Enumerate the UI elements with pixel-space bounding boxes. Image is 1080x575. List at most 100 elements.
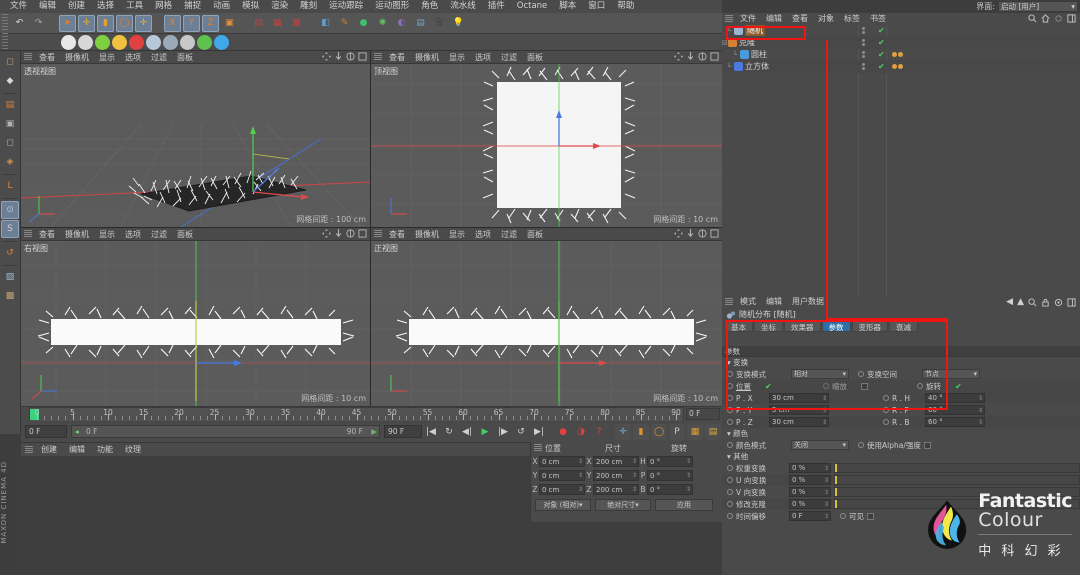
pos-2-field[interactable]: 30 cm ⇕ — [769, 417, 829, 427]
redo-icon[interactable]: ↷ — [30, 15, 47, 32]
render-settings-icon[interactable]: ▩ — [288, 15, 305, 32]
undo-icon[interactable]: ↶ — [11, 15, 28, 32]
menu-item-7[interactable]: 动画 — [207, 0, 236, 13]
color-mode-radio[interactable] — [727, 442, 733, 448]
display-quick-icon[interactable] — [78, 34, 93, 50]
rotation-key-icon[interactable]: ◯ — [651, 423, 667, 440]
viewport-menu-item-1[interactable]: 摄像机 — [60, 51, 94, 64]
viewport-menu-item-2[interactable]: 显示 — [444, 51, 470, 64]
record-icon[interactable] — [129, 34, 144, 50]
other-1-radio[interactable] — [727, 477, 733, 483]
nurbs-icon[interactable]: ● — [355, 15, 372, 32]
menu-item-5[interactable]: 网格 — [149, 0, 178, 13]
stepper-icon[interactable]: ⇕ — [824, 489, 829, 496]
stepper-icon[interactable]: ⇕ — [578, 485, 583, 495]
material-menu-item-3[interactable]: 纹理 — [119, 444, 147, 455]
menu-item-14[interactable]: 流水线 — [444, 0, 482, 13]
render-view-icon[interactable]: ▤ — [250, 15, 267, 32]
autokey-icon[interactable]: ◑ — [573, 424, 589, 440]
pla-key-icon[interactable]: ▦ — [687, 423, 703, 440]
rot-1-radio[interactable] — [883, 407, 889, 413]
object-row[interactable]: ⊟ 克隆 ✔ — [722, 37, 1080, 49]
stepper-icon[interactable]: ⇕ — [686, 471, 691, 481]
menu-item-8[interactable]: 模拟 — [236, 0, 265, 13]
menu-item-18[interactable]: 窗口 — [582, 0, 611, 13]
rot-1-field[interactable]: 60 ° ⇕ — [925, 405, 985, 415]
zoom-icon[interactable] — [334, 229, 343, 238]
menu-item-3[interactable]: 选择 — [91, 0, 120, 13]
filter-icon[interactable] — [1054, 14, 1063, 23]
points-mode-icon[interactable]: ◻ — [1, 134, 19, 152]
zoom-icon[interactable] — [334, 52, 343, 61]
pan-icon[interactable] — [322, 229, 331, 238]
slider-handle[interactable] — [835, 464, 837, 472]
light-icon[interactable]: 💡 — [450, 15, 467, 32]
viewport-menu-item-3[interactable]: 选项 — [120, 228, 146, 241]
layout-icon[interactable] — [1067, 14, 1076, 23]
attr-tab-3[interactable]: 参数 — [821, 321, 851, 332]
viewport-menu-item-0[interactable]: 查看 — [34, 51, 60, 64]
search-icon[interactable] — [1028, 14, 1037, 23]
object-name[interactable]: 随机 — [745, 25, 765, 36]
lock-axis-icon[interactable]: ▨ — [1, 268, 19, 286]
viewport-menu-item-4[interactable]: 过滤 — [496, 51, 522, 64]
use-alpha-checkbox[interactable] — [923, 441, 931, 449]
viewport-menu-item-0[interactable]: 查看 — [34, 228, 60, 241]
polygon-mode-icon[interactable]: ▤ — [1, 96, 19, 114]
zoom-icon[interactable] — [686, 229, 695, 238]
menu-item-1[interactable]: 编辑 — [33, 0, 62, 13]
rotate-icon[interactable] — [346, 52, 355, 61]
rot-0-field[interactable]: 40 ° ⇕ — [925, 393, 985, 403]
pos-0-field[interactable]: 30 cm ⇕ — [769, 393, 829, 403]
tree-toggle-icon[interactable]: └ — [722, 27, 732, 35]
object-manager-list[interactable]: └ 随机 ✔ ⊟ 克隆 ✔ └ 圆柱 ✔ └ 立方体 ✔ — [722, 25, 1080, 296]
pan-icon[interactable] — [322, 52, 331, 61]
stepper-icon[interactable]: ⇕ — [578, 471, 583, 481]
other-2-field[interactable]: 0 % ⇕ — [789, 487, 831, 497]
viewport-menu-item-2[interactable]: 显示 — [94, 51, 120, 64]
display-wire-icon[interactable] — [95, 34, 110, 50]
timeline-track[interactable]: 0 5 10 15 20 25 30 35 40 45 50 55 60 65 70 75 80 85 90 — [29, 407, 684, 422]
other-1-field[interactable]: 0 % ⇕ — [789, 475, 831, 485]
viewport-menu-item-0[interactable]: 查看 — [384, 228, 410, 241]
menu-item-12[interactable]: 运动图形 — [369, 0, 415, 13]
viewport-menu-item-3[interactable]: 选项 — [470, 51, 496, 64]
attribute-manager-tabs[interactable]: 基本 坐标 效果器 参数 变形器 衰减 — [722, 321, 1080, 332]
attr-tab-1[interactable]: 坐标 — [754, 321, 783, 332]
layout-icon[interactable] — [1067, 297, 1076, 307]
viewport-perspective-body[interactable] — [21, 64, 370, 227]
other-0-slider[interactable] — [834, 463, 1080, 473]
up-arrow-icon[interactable]: ▲ — [1017, 297, 1024, 307]
scale-checkbox[interactable] — [861, 382, 868, 390]
position-key-icon[interactable]: ✛ — [615, 423, 631, 440]
maximize-icon[interactable] — [358, 52, 367, 61]
viewport-menu-item-4[interactable]: 过滤 — [146, 228, 172, 241]
object-menu-item-5[interactable]: 书签 — [865, 13, 891, 25]
powerslider-play-icon[interactable]: ▶ — [371, 426, 377, 438]
layout-selector-dropdown[interactable]: 启动 [用户] ▾ — [998, 1, 1078, 12]
sphere-a-icon[interactable] — [146, 34, 161, 50]
object-axis-icon[interactable]: ◆ — [1, 72, 19, 90]
display-sun-icon[interactable] — [112, 34, 127, 50]
sphere-c-icon[interactable] — [180, 34, 195, 50]
rot-0-radio[interactable] — [883, 395, 889, 401]
viewport-right-icons[interactable] — [322, 229, 367, 238]
stepper-icon[interactable]: ⇕ — [822, 395, 827, 402]
menu-item-17[interactable]: 脚本 — [553, 0, 582, 13]
object-menu-item-4[interactable]: 标签 — [839, 13, 865, 25]
group-transform[interactable]: ▾ 变换 — [722, 357, 1080, 368]
menu-item-0[interactable]: 文件 — [4, 0, 33, 13]
viewport-top[interactable]: 查看 摄像机 显示 选项 过滤 面板 顶视图 网格间距: 10 cm — [371, 51, 722, 227]
search-icon[interactable] — [1028, 297, 1037, 307]
object-enable-check-icon[interactable]: ✔ — [878, 62, 885, 71]
record-keyframe-icon[interactable]: ● — [555, 424, 571, 440]
viewport-menu-item-3[interactable]: 选项 — [470, 228, 496, 241]
object-menu-item-0[interactable]: 文件 — [735, 13, 761, 25]
viewport-perspective[interactable]: 查看 摄像机 显示 选项 过滤 面板 透视视图 网格间距: 100 cm — [21, 51, 370, 227]
visible-checkbox[interactable] — [867, 512, 874, 520]
rot-2-radio[interactable] — [883, 419, 889, 425]
layout-selector[interactable]: 界面: 启动 [用户] ▾ — [976, 0, 1078, 13]
stepper-icon[interactable]: ⇕ — [978, 419, 983, 426]
visibility-dots[interactable] — [862, 51, 865, 58]
viewport-menu-item-5[interactable]: 面板 — [522, 51, 548, 64]
